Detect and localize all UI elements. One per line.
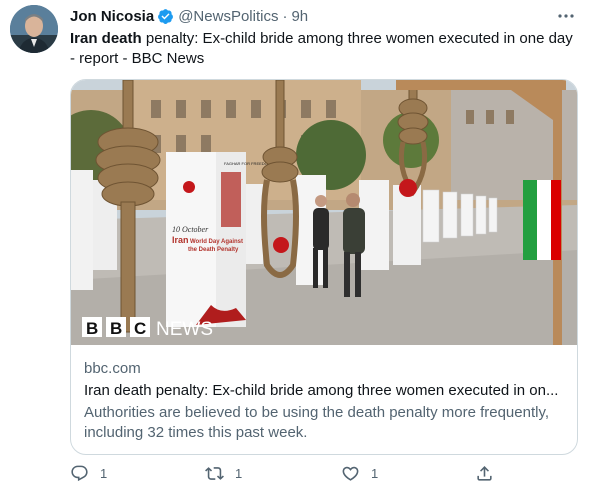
- avatar-photo: [10, 5, 58, 53]
- bbc-news-word: NEWS: [156, 319, 213, 340]
- tweet-header: Jon Nicosia @NewsPolitics · 9h: [70, 6, 308, 26]
- share-button[interactable]: [475, 464, 505, 483]
- retweet-icon: [205, 467, 224, 480]
- verified-badge-icon: [158, 8, 174, 24]
- tweet-text: Iran death penalty: Ex-child bride among…: [70, 29, 580, 69]
- author-name[interactable]: Jon Nicosia: [70, 8, 154, 25]
- sign-line2: World Day Against: [190, 239, 243, 245]
- action-bar: 1 1 1: [70, 464, 576, 488]
- separator-dot: ·: [282, 7, 288, 25]
- tweet-text-rest: penalty: Ex-child bride among three wome…: [70, 30, 573, 67]
- more-options-icon[interactable]: [556, 8, 576, 24]
- heart-icon: [342, 466, 359, 481]
- sign-line3: the Death Penalty: [188, 247, 239, 253]
- bbc-letter-2: B: [110, 319, 122, 338]
- reply-button[interactable]: 1: [70, 464, 107, 483]
- author-handle[interactable]: @NewsPolitics: [178, 8, 278, 25]
- card-description: Authorities are believed to be using the…: [84, 404, 550, 441]
- link-card[interactable]: FAGHAR FOR FREEDOM IN IRAN 10 October Ir…: [70, 79, 578, 455]
- bbc-letter-3: C: [134, 319, 146, 338]
- card-image[interactable]: FAGHAR FOR FREEDOM IN IRAN 10 October Ir…: [71, 80, 577, 345]
- like-count: 1: [371, 466, 379, 481]
- tweet-text-bold: Iran death: [70, 30, 142, 47]
- retweet-button[interactable]: 1: [205, 464, 242, 483]
- timestamp[interactable]: 9h: [291, 8, 308, 25]
- sign-line1: Iran: [172, 235, 189, 245]
- reply-icon: [71, 465, 88, 482]
- reply-count: 1: [100, 466, 108, 481]
- sign-date: 10 October: [172, 225, 209, 234]
- avatar[interactable]: [10, 5, 58, 53]
- share-icon: [477, 466, 492, 481]
- card-title[interactable]: Iran death penalty: Ex-child bride among…: [84, 381, 564, 401]
- card-text: bbc.com Iran death penalty: Ex-child bri…: [84, 359, 564, 443]
- bbc-letter-1: B: [86, 319, 98, 338]
- retweet-count: 1: [235, 466, 243, 481]
- card-domain: bbc.com: [84, 360, 141, 377]
- like-button[interactable]: 1: [341, 464, 378, 483]
